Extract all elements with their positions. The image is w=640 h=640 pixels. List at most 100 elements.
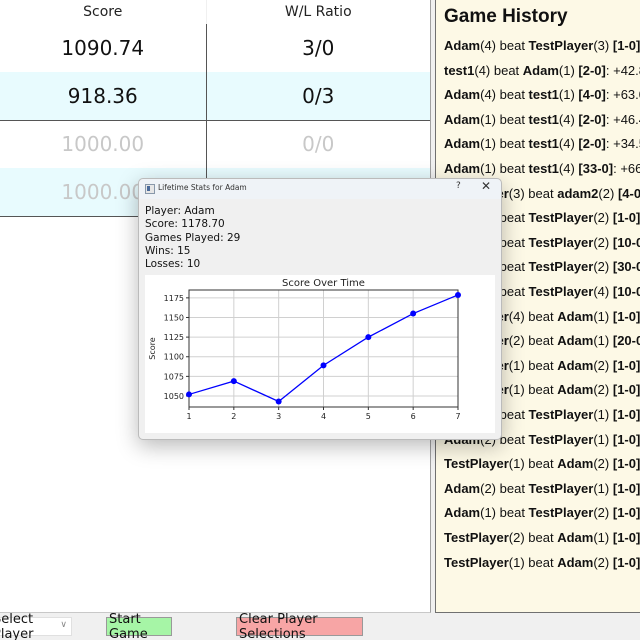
bottom-toolbar: Select Player ∨ Start Game Clear Player … [0, 612, 640, 640]
data-point [186, 391, 192, 398]
history-loser: TestPlayer [528, 210, 594, 226]
history-winner-score: (2) [508, 333, 525, 349]
x-tick-label: 4 [321, 412, 326, 421]
history-beat-text: beat [496, 111, 529, 127]
history-result: [1-0] [612, 357, 640, 373]
history-loser-score: (2) [593, 382, 610, 398]
history-beat-text: beat [496, 161, 529, 176]
history-loser-score: (1) [558, 62, 575, 78]
x-tick-label: 1 [186, 412, 191, 421]
history-winner-score: (4) [480, 87, 497, 103]
history-item: Adam(4) beat test1(1) [4-0]: +63.05 [444, 87, 640, 102]
history-winner: Adam [444, 111, 481, 127]
history-result: [4-0] [578, 87, 606, 103]
player-stats-info: Player: Adam Score: 1178.70 Games Played… [145, 205, 240, 271]
history-loser-score: (2) [593, 456, 610, 472]
history-loser: TestPlayer [528, 407, 594, 422]
history-winner-score: (3) [508, 185, 525, 201]
data-point [230, 378, 237, 385]
history-result: [1-0] [612, 431, 640, 447]
history-result: [4-0] [617, 185, 640, 201]
y-tick-label: 1175 [164, 294, 184, 303]
history-loser-score: (2) [593, 259, 610, 275]
history-result: [1-0] [612, 530, 640, 545]
column-header-wl-ratio[interactable]: W/L Ratio [206, 0, 430, 24]
history-result: [1-0] [612, 308, 640, 324]
history-winner: Adam [444, 480, 481, 496]
history-score-delta: : +46.48 [605, 111, 640, 127]
history-loser-score: (1) [593, 431, 610, 447]
score-cell: 918.36 [0, 72, 207, 120]
y-tick-label: 1150 [164, 313, 184, 322]
history-item: Adam(1) beat test1(4) [33-0]: +66.5 [444, 161, 640, 176]
games-played-label: Games Played: 29 [145, 231, 241, 244]
score-chart: Score Over Time 1 2 3 4 5 6 7 1050 1075 1100 1125 11… [145, 275, 495, 433]
history-winner: Adam [444, 161, 481, 176]
history-item: TestPlayer(1) beat Adam(2) [1-0]: + [444, 555, 640, 570]
history-winner-score: (1) [480, 111, 497, 127]
score-chart-svg: Score Over Time 1 2 3 4 5 6 7 1050 1075 1100 1125 11… [148, 278, 461, 421]
history-beat-text: beat [524, 185, 558, 201]
table-header: Score W/L Ratio [0, 0, 430, 24]
history-item: Adam(4) beat TestPlayer(3) [1-0]: + [444, 38, 640, 53]
history-loser-score: (2) [593, 234, 610, 250]
history-result: [1-0] [612, 505, 640, 521]
history-beat-text: beat [496, 505, 529, 521]
history-loser-score: (4) [558, 161, 575, 176]
y-tick-label: 1075 [164, 372, 184, 381]
history-winner: Adam [444, 505, 481, 521]
history-item: TestPlayer(2) beat Adam(1) [1-0]: + [444, 530, 640, 545]
select-player-dropdown[interactable]: Select Player ∨ [0, 612, 72, 640]
history-loser: TestPlayer [528, 431, 594, 447]
history-item: TestPlayer(1) beat Adam(2) [1-0]: + [444, 456, 640, 471]
table-row[interactable]: 1000.00 0/0 [0, 120, 430, 169]
data-point [365, 334, 372, 341]
chevron-down-icon: ∨ [60, 620, 67, 630]
history-winner: Adam [444, 87, 481, 103]
history-loser: TestPlayer [528, 284, 594, 299]
app-window: Score W/L Ratio 1090.74 3/0 918.36 0/3 1… [0, 0, 640, 640]
x-tick-label: 6 [411, 412, 416, 421]
history-loser-score: (2) [593, 357, 610, 373]
y-tick-label: 1050 [164, 392, 184, 401]
history-loser-score: (1) [593, 530, 610, 545]
history-result: [1-0] [612, 554, 640, 570]
clear-player-selections-button[interactable]: Clear Player Selections [236, 612, 363, 640]
history-item: Adam(1) beat test1(4) [2-0]: +46.48 [444, 112, 640, 127]
x-tick-label: 2 [231, 412, 236, 421]
history-loser: TestPlayer [528, 38, 594, 53]
history-loser: test1 [528, 136, 559, 152]
history-beat-text: beat [496, 480, 529, 496]
history-loser-score: (1) [593, 308, 610, 324]
table-row[interactable]: 1090.74 3/0 [0, 24, 430, 73]
history-loser: test1 [528, 87, 559, 103]
x-tick-label: 7 [455, 412, 460, 421]
column-header-score[interactable]: Score [0, 0, 207, 24]
history-winner: TestPlayer [444, 530, 509, 545]
history-loser: Adam [557, 357, 594, 373]
help-button[interactable]: ? [456, 181, 461, 191]
table-row[interactable]: 918.36 0/3 [0, 72, 430, 121]
history-winner-score: (4) [480, 38, 497, 53]
wl-ratio-cell: 3/0 [302, 36, 335, 60]
dialog-title-bar[interactable]: Lifetime Stats for Adam ? ✕ [139, 179, 501, 199]
data-point [275, 398, 282, 405]
history-result: [10-0] [612, 234, 640, 250]
history-loser: Adam [557, 554, 594, 570]
lifetime-stats-dialog[interactable]: Lifetime Stats for Adam ? ✕ Player: Adam… [138, 178, 502, 440]
game-history-title: Game History [444, 6, 568, 27]
y-axis-label: Score [148, 337, 157, 359]
history-result: [1-0] [612, 38, 640, 53]
history-loser: adam2 [557, 185, 599, 201]
start-game-button[interactable]: Start Game [106, 612, 172, 640]
history-winner-score: (1) [480, 505, 497, 521]
history-item: test1(4) beat Adam(1) [2-0]: +42.85 [444, 63, 640, 78]
history-winner-score: (1) [480, 136, 497, 152]
close-button[interactable]: ✕ [481, 179, 491, 193]
history-loser-score: (2) [593, 554, 610, 570]
history-loser-score: (1) [593, 407, 610, 422]
wl-ratio-cell: 0/3 [302, 84, 335, 108]
chart-title: Score Over Time [282, 278, 365, 289]
history-loser-score: (2) [593, 210, 610, 226]
history-beat-text: beat [524, 456, 558, 472]
